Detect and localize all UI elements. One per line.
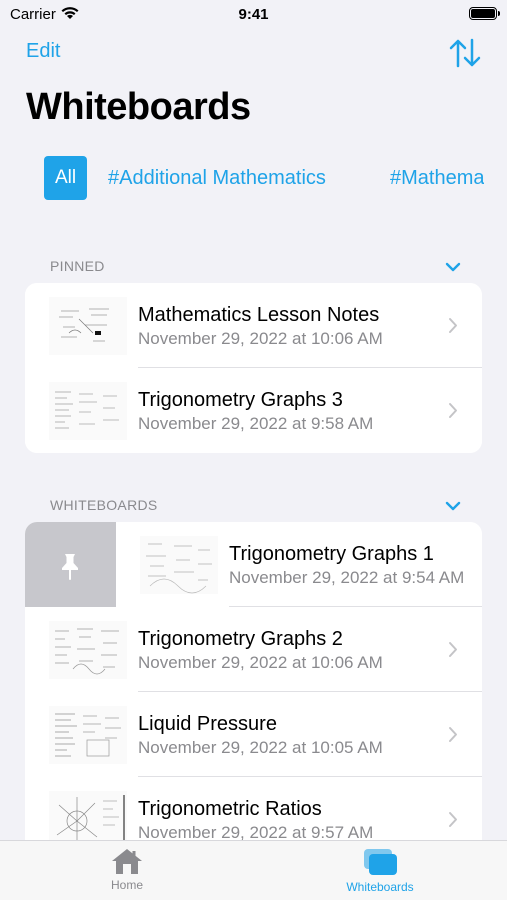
battery-icon: [469, 7, 500, 20]
clock: 9:41: [238, 6, 269, 23]
list-item[interactable]: Mathematics Lesson Notes November 29, 20…: [25, 283, 482, 368]
page-title: Whiteboards: [26, 86, 251, 128]
sort-arrows-icon[interactable]: [447, 36, 483, 70]
status-bar: Carrier 9:41: [0, 0, 507, 30]
tag-mathematics[interactable]: #Mathematics: [390, 156, 484, 200]
chevron-right-icon: [449, 403, 457, 418]
row-title: Liquid Pressure: [138, 713, 277, 735]
list-item[interactable]: Trigonometry Graphs 2 November 29, 2022 …: [25, 607, 482, 692]
whiteboard-thumbnail: [49, 621, 127, 679]
tab-bar: Home Whiteboards: [0, 840, 507, 900]
pin-icon: [62, 554, 78, 580]
whiteboard-thumbnail: [49, 382, 127, 440]
row-title: Trigonometry Graphs 1: [229, 543, 434, 565]
tab-label: Whiteboards: [346, 880, 414, 894]
chevron-right-icon: [449, 318, 457, 333]
house-icon: [112, 849, 142, 874]
pinned-section-header: PINNED: [50, 258, 105, 274]
pinned-list: Mathematics Lesson Notes November 29, 20…: [25, 283, 482, 453]
tag-filter-bar: All #Additional Mathematics #Mathematics: [44, 156, 484, 202]
row-title: Trigonometry Graphs 3: [138, 389, 343, 411]
row-date: November 29, 2022 at 10:06 AM: [138, 653, 383, 672]
row-title: Trigonometric Ratios: [138, 798, 322, 820]
chevron-right-icon: [449, 727, 457, 742]
row-date: November 29, 2022 at 9:58 AM: [138, 414, 374, 433]
swiped-list-item[interactable]: Trigonometry Graphs 1 November 29, 2022 …: [25, 522, 482, 607]
row-date: November 29, 2022 at 9:54 AM: [229, 568, 465, 587]
row-date: November 29, 2022 at 10:06 AM: [138, 329, 383, 348]
chevron-right-icon: [449, 812, 457, 827]
tab-home[interactable]: Home: [67, 847, 187, 892]
whiteboards-icon: [364, 849, 397, 875]
row-title: Trigonometry Graphs 2: [138, 628, 343, 650]
list-item[interactable]: Liquid Pressure November 29, 2022 at 10:…: [25, 692, 482, 777]
edit-button[interactable]: Edit: [26, 40, 60, 63]
tab-whiteboards[interactable]: Whiteboards: [320, 847, 440, 894]
chevron-right-icon: [449, 642, 457, 657]
row-title: Mathematics Lesson Notes: [138, 304, 380, 326]
tag-additional-mathematics[interactable]: #Additional Mathematics: [108, 156, 326, 200]
whiteboard-thumbnail: [140, 536, 218, 594]
whiteboards-section-header: WHITEBOARDS: [50, 497, 158, 513]
chevron-down-icon[interactable]: [445, 501, 461, 511]
list-item[interactable]: Trigonometry Graphs 1 November 29, 2022 …: [116, 522, 482, 607]
whiteboard-thumbnail: [49, 297, 127, 355]
list-item[interactable]: Trigonometry Graphs 3 November 29, 2022 …: [25, 368, 482, 453]
tag-all-button[interactable]: All: [44, 156, 87, 200]
pin-action-button[interactable]: [25, 522, 116, 607]
row-date: November 29, 2022 at 10:05 AM: [138, 738, 383, 757]
tab-label: Home: [110, 878, 143, 892]
chevron-down-icon[interactable]: [445, 262, 461, 272]
whiteboards-list: Trigonometry Graphs 1 November 29, 2022 …: [25, 522, 482, 852]
whiteboard-thumbnail: [49, 706, 127, 764]
